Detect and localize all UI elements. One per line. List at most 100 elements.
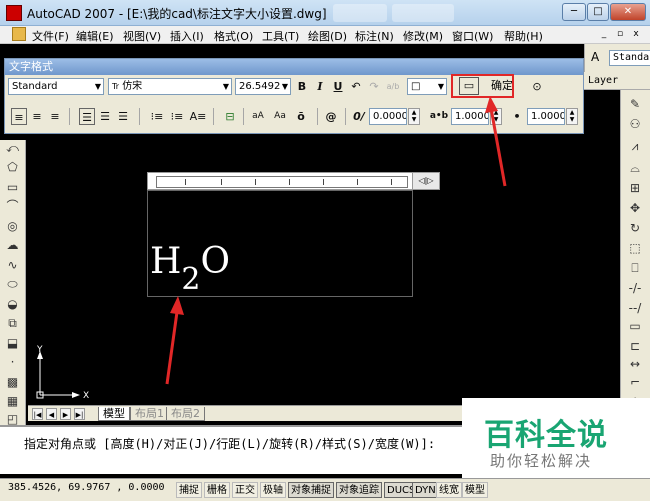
numbered-list-icon[interactable]: ⁝≡ <box>149 108 165 125</box>
bulleted-list-icon[interactable]: ⁝≡ <box>169 108 185 125</box>
rectangle-icon[interactable]: ▭ <box>4 179 21 195</box>
prev-tab-button[interactable]: ◀ <box>46 408 57 420</box>
uppercase-button[interactable]: aA <box>249 108 267 125</box>
join-icon[interactable]: ⊏ <box>627 338 643 354</box>
text-editor-ruler[interactable] <box>147 172 413 190</box>
first-tab-button[interactable]: |◀ <box>32 408 43 420</box>
insert-block-icon[interactable]: ⧉ <box>4 315 21 331</box>
ruler-width-handle[interactable]: ◁|▷ <box>412 172 440 190</box>
break-icon[interactable]: ▭ <box>627 318 643 334</box>
width-factor-spinner[interactable]: ▲ ▼ <box>566 108 578 125</box>
taskbar-tab-blurred[interactable] <box>333 4 387 22</box>
array-icon[interactable]: ⊞ <box>627 180 643 196</box>
menu-insert[interactable]: 插入(I) <box>170 28 204 44</box>
polar-button[interactable]: 极轴 <box>260 482 286 498</box>
snap-button[interactable]: 捕捉 <box>176 482 202 498</box>
polygon-icon[interactable]: ⬠ <box>4 159 21 175</box>
point-icon[interactable]: · <box>4 354 21 370</box>
ellipse-icon[interactable]: ⬭ <box>4 276 21 292</box>
menu-window[interactable]: 窗口(W) <box>452 28 493 44</box>
document-close-button[interactable]: x <box>630 28 642 41</box>
lowercase-button[interactable]: Aa <box>271 108 289 125</box>
ortho-button[interactable]: 正交 <box>232 482 258 498</box>
otrack-button[interactable]: 对象追踪 <box>336 482 382 498</box>
font-dropdown[interactable]: Tr 仿宋 ▼ <box>108 78 232 95</box>
copy-icon[interactable]: ⚇ <box>627 116 643 132</box>
undo-button[interactable]: ↶ <box>349 78 363 95</box>
align-center-icon[interactable]: ≡ <box>29 108 45 125</box>
options-button[interactable]: ⊙ <box>529 78 545 95</box>
trim-icon[interactable]: -/- <box>627 280 643 296</box>
text-height-dropdown[interactable]: 26.5492 ▼ <box>235 78 291 95</box>
chamfer-icon[interactable]: ↔ <box>627 356 643 372</box>
fillet-icon[interactable]: ⌐ <box>627 374 643 390</box>
make-block-icon[interactable]: ⬓ <box>4 335 21 351</box>
italic-button[interactable]: I <box>313 78 327 95</box>
overline-button[interactable]: ō <box>293 108 309 125</box>
menu-tools[interactable]: 工具(T) <box>262 28 299 44</box>
tracking-spinner[interactable]: ▲ ▼ <box>490 108 502 125</box>
menu-dimension[interactable]: 标注(N) <box>355 28 394 44</box>
menu-file[interactable]: 文件(F) <box>32 28 69 44</box>
mtext-content[interactable]: H2O <box>150 244 230 298</box>
tracking-input[interactable]: 1.0000 <box>451 108 489 125</box>
document-restore-button[interactable]: ▫ <box>614 28 626 41</box>
underline-button[interactable]: U <box>331 78 345 95</box>
maximize-button[interactable]: □ <box>587 3 609 21</box>
close-button[interactable]: ✕ <box>610 3 646 21</box>
color-dropdown[interactable]: □ ▼ <box>407 78 447 95</box>
offset-icon[interactable]: ⌓ <box>627 160 643 176</box>
text-style-icon[interactable]: A <box>591 50 599 64</box>
gradient-icon[interactable]: ▦ <box>4 393 21 409</box>
text-style-dropdown[interactable]: Standa <box>609 50 650 66</box>
menu-view[interactable]: 视图(V) <box>123 28 161 44</box>
align-middle-icon[interactable]: ☰ <box>97 108 113 125</box>
scale-icon[interactable]: ⬚ <box>627 240 643 256</box>
stack-button[interactable]: a/b <box>385 78 401 95</box>
insert-field-icon[interactable]: ⊟ <box>221 108 239 125</box>
align-right-icon[interactable]: ≡ <box>47 108 63 125</box>
autocad-app-icon[interactable] <box>6 5 22 21</box>
stretch-icon[interactable]: ⎕ <box>627 260 643 276</box>
last-tab-button[interactable]: ▶| <box>74 408 85 420</box>
menu-help[interactable]: 帮助(H) <box>504 28 543 44</box>
menu-draw[interactable]: 绘图(D) <box>308 28 347 44</box>
arc-icon[interactable]: ⌒ <box>4 198 21 214</box>
revision-cloud-icon[interactable]: ☁ <box>4 237 21 253</box>
dyn-button[interactable]: DYN <box>412 482 439 498</box>
lettered-list-icon[interactable]: A≡ <box>189 108 207 125</box>
align-bottom-icon[interactable]: ☰ <box>115 108 131 125</box>
lineweight-button[interactable]: 线宽 <box>436 482 462 498</box>
next-tab-button[interactable]: ▶ <box>60 408 71 420</box>
menu-edit[interactable]: 编辑(E) <box>76 28 114 44</box>
document-icon[interactable] <box>12 27 26 41</box>
document-minimize-button[interactable]: _ <box>598 28 610 41</box>
oblique-angle-input[interactable]: 0.0000 <box>369 108 407 125</box>
width-factor-input[interactable]: 1.0000 <box>527 108 565 125</box>
move-icon[interactable]: ✥ <box>627 200 643 216</box>
align-top-icon[interactable]: ☰ <box>79 108 95 125</box>
grid-button[interactable]: 栅格 <box>204 482 230 498</box>
tab-model[interactable]: 模型 <box>98 407 130 421</box>
menu-format[interactable]: 格式(O) <box>214 28 253 44</box>
erase-icon[interactable]: ✎ <box>627 96 643 112</box>
osnap-button[interactable]: 对象捕捉 <box>288 482 334 498</box>
spline-icon[interactable]: ∿ <box>4 257 21 273</box>
menu-modify[interactable]: 修改(M) <box>403 28 443 44</box>
text-format-title[interactable]: 文字格式 <box>5 59 583 75</box>
oblique-angle-spinner[interactable]: ▲ ▼ <box>408 108 420 125</box>
align-left-icon[interactable]: ≡ <box>11 108 27 125</box>
hatch-icon[interactable]: ▩ <box>4 374 21 390</box>
style-dropdown[interactable]: Standard ▼ <box>8 78 104 95</box>
redo-button[interactable]: ↷ <box>367 78 381 95</box>
bold-button[interactable]: B <box>295 78 309 95</box>
model-button[interactable]: 模型 <box>462 482 488 498</box>
circle-icon[interactable]: ◎ <box>4 218 21 234</box>
taskbar-tab-blurred[interactable] <box>392 4 454 22</box>
minimize-button[interactable]: ─ <box>562 3 586 21</box>
extend-icon[interactable]: --/ <box>627 300 643 316</box>
ellipse-arc-icon[interactable]: ◒ <box>4 296 21 312</box>
tab-layout2[interactable]: 布局2 <box>166 407 205 421</box>
rotate-icon[interactable]: ↻ <box>627 220 643 236</box>
mirror-icon[interactable]: ⩘ <box>627 138 643 154</box>
